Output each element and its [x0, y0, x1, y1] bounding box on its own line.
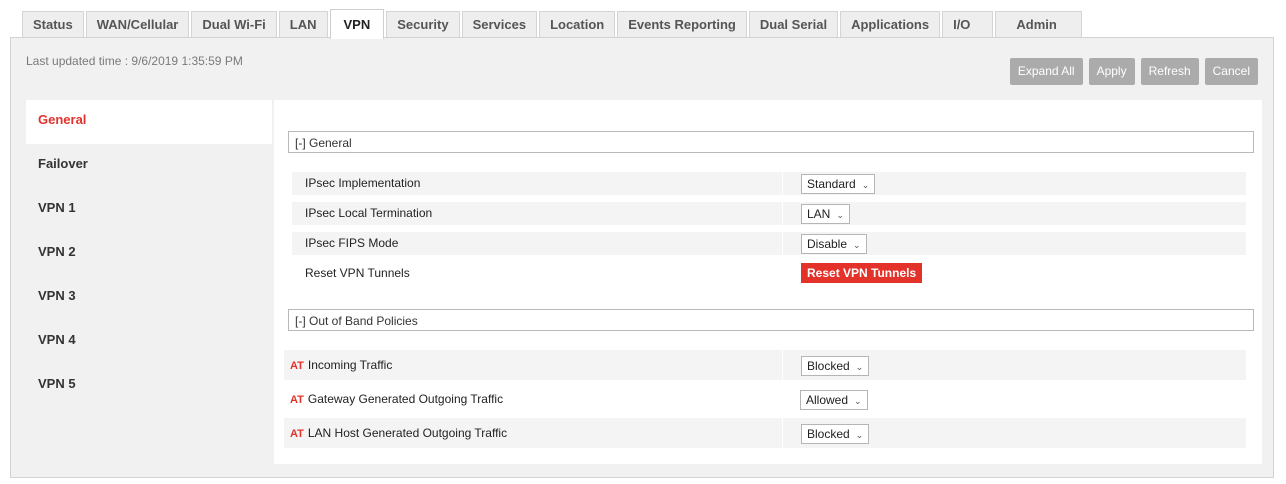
gateway-outgoing-traffic-label: Gateway Generated Outgoing Traffic [307, 392, 504, 406]
chevron-down-icon: ⌄ [855, 362, 864, 372]
sidebar-item-vpn-3[interactable]: VPN 3 [26, 276, 272, 320]
at-marker: AT [290, 394, 304, 406]
chevron-down-icon: ⌄ [855, 430, 864, 440]
chevron-down-icon: ⌄ [836, 210, 844, 220]
reset-vpn-tunnels-label: Reset VPN Tunnels [305, 266, 410, 280]
ipsec-fips-mode-row: IPsec FIPS Mode Disable ⌄ [292, 232, 1246, 255]
refresh-button[interactable]: Refresh [1140, 58, 1199, 85]
ipsec-local-termination-select[interactable]: LAN ⌄ [801, 204, 850, 224]
tab-admin[interactable]: Admin [995, 11, 1082, 37]
sidebar-item-vpn-2[interactable]: VPN 2 [26, 232, 272, 276]
at-marker: AT [290, 360, 304, 372]
cancel-button[interactable]: Cancel [1204, 58, 1258, 85]
incoming-traffic-select[interactable]: Blocked ⌄ [801, 356, 870, 376]
last-updated-text: Last updated time : 9/6/2019 1:35:59 PM [26, 54, 243, 68]
tab-dual-serial[interactable]: Dual Serial [748, 11, 839, 37]
sidebar-item-vpn-1[interactable]: VPN 1 [26, 188, 272, 232]
ipsec-local-termination-row: IPsec Local Termination LAN ⌄ [292, 202, 1246, 225]
ipsec-local-termination-label: IPsec Local Termination [305, 206, 433, 220]
tab-status[interactable]: Status [22, 11, 84, 37]
at-marker: AT [290, 428, 304, 440]
tab-lan[interactable]: LAN [278, 11, 328, 37]
lan-host-outgoing-traffic-select[interactable]: Blocked ⌄ [801, 424, 870, 444]
chevron-down-icon: ⌄ [853, 240, 861, 250]
chevron-down-icon: ⌄ [854, 396, 862, 406]
apply-button[interactable]: Apply [1088, 58, 1135, 85]
tab-wan-cellular[interactable]: WAN/Cellular [85, 11, 190, 37]
incoming-traffic-label: Incoming Traffic [307, 358, 393, 372]
tab-location[interactable]: Location [539, 11, 616, 37]
lan-host-outgoing-traffic-row: AT LAN Host Generated Outgoing Traffic Bl… [284, 418, 1246, 448]
lan-host-outgoing-traffic-label: LAN Host Generated Outgoing Traffic [307, 426, 508, 440]
sidebar-item-vpn-5[interactable]: VPN 5 [26, 364, 272, 408]
gateway-outgoing-traffic-row: AT Gateway Generated Outgoing Traffic All… [284, 384, 1246, 414]
general-section-header[interactable]: [-] General [288, 131, 1254, 153]
reset-vpn-tunnels-row: Reset VPN Tunnels Reset VPN Tunnels [292, 262, 1246, 285]
tab-services[interactable]: Services [461, 11, 538, 37]
sidebar-item-vpn-4[interactable]: VPN 4 [26, 320, 272, 364]
reset-vpn-tunnels-button[interactable]: Reset VPN Tunnels [801, 263, 923, 283]
chevron-down-icon: ⌄ [861, 180, 870, 190]
main-tab-bar: Status WAN/Cellular Dual Wi-Fi LAN VPN S… [22, 9, 1084, 39]
ipsec-fips-mode-label: IPsec FIPS Mode [305, 236, 399, 250]
settings-content: [-] General IPsec Implementation Standar… [274, 100, 1262, 464]
gateway-outgoing-traffic-select[interactable]: Allowed ⌄ [800, 390, 868, 410]
ipsec-implementation-row: IPsec Implementation Standard ⌄ [292, 172, 1246, 195]
oob-section-header[interactable]: [-] Out of Band Policies [288, 309, 1254, 331]
tab-security[interactable]: Security [386, 11, 460, 37]
tab-io[interactable]: I/O [942, 11, 994, 37]
tab-applications[interactable]: Applications [840, 11, 941, 37]
sidebar-item-failover[interactable]: Failover [26, 144, 272, 188]
ipsec-implementation-label: IPsec Implementation [305, 176, 421, 190]
ipsec-implementation-select[interactable]: Standard ⌄ [801, 174, 876, 194]
action-toolbar: Expand All Apply Refresh Cancel [1009, 58, 1258, 85]
ipsec-fips-mode-select[interactable]: Disable ⌄ [801, 234, 867, 254]
incoming-traffic-row: AT Incoming Traffic Blocked ⌄ [284, 350, 1246, 380]
tab-vpn[interactable]: VPN [329, 9, 385, 39]
tab-dual-wifi[interactable]: Dual Wi-Fi [191, 11, 277, 37]
tab-events-reporting[interactable]: Events Reporting [617, 11, 747, 37]
sidebar-item-general[interactable]: General [26, 100, 272, 144]
expand-all-button[interactable]: Expand All [1009, 58, 1083, 85]
vpn-sidebar: General Failover VPN 1 VPN 2 VPN 3 VPN 4… [26, 100, 272, 408]
